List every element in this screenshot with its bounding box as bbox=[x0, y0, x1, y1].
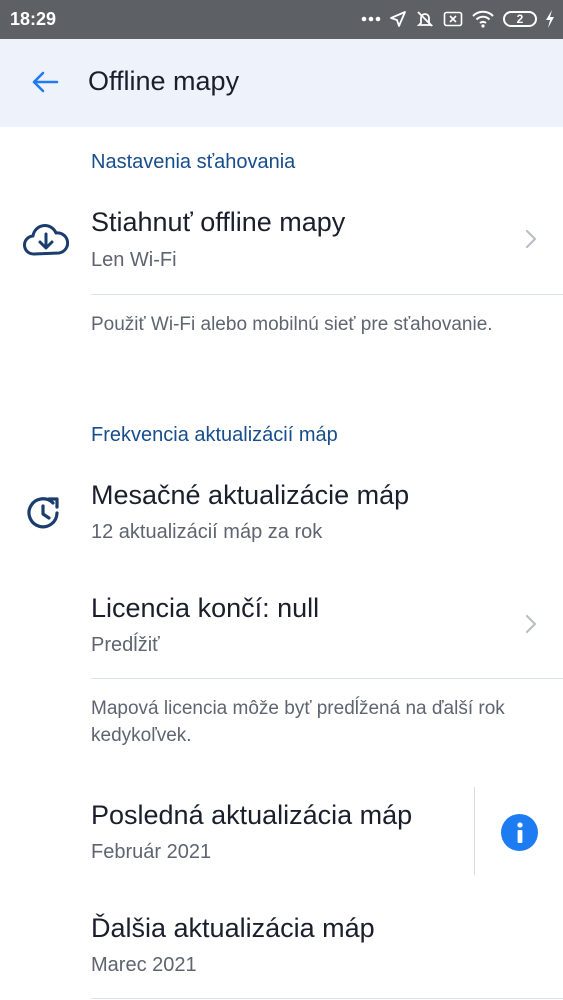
battery-level: 2 bbox=[516, 12, 524, 26]
next-update-row: Ďalšia aktualizácia máp Marec 2021 bbox=[0, 898, 563, 990]
download-row-subtitle: Len Wi-Fi bbox=[91, 249, 177, 271]
clock-refresh-icon bbox=[27, 497, 59, 529]
divider bbox=[91, 998, 563, 999]
monthly-updates-subtitle: 12 aktualizácií máp za rok bbox=[91, 521, 323, 543]
divider bbox=[91, 678, 563, 679]
info-icon bbox=[516, 821, 523, 843]
status-time: 18:29 bbox=[10, 9, 57, 29]
arrow-left-icon bbox=[32, 71, 59, 93]
last-update-subtitle: Február 2021 bbox=[91, 841, 212, 863]
section-header-download: Nastavenia sťahovania bbox=[91, 151, 296, 173]
info-button[interactable] bbox=[501, 814, 538, 851]
chevron-right-icon bbox=[525, 614, 537, 634]
next-update-title: Ďalšia aktualizácia máp bbox=[91, 913, 375, 943]
divider bbox=[91, 294, 563, 295]
page-title: Offline mapy bbox=[88, 66, 240, 96]
sim-x-icon bbox=[443, 11, 463, 27]
more-dots-icon bbox=[361, 16, 381, 22]
license-title: Licencia končí: null bbox=[91, 593, 320, 623]
download-description: Použiť Wi-Fi alebo mobilnú sieť pre sťah… bbox=[91, 314, 493, 335]
next-update-subtitle: Marec 2021 bbox=[91, 954, 197, 976]
last-update-row: Posledná aktualizácia máp Február 2021 bbox=[0, 785, 563, 877]
last-update-title: Posledná aktualizácia máp bbox=[91, 800, 413, 830]
status-icons: 2 bbox=[361, 8, 555, 30]
download-offline-maps-row[interactable]: Stiahnuť offline mapy Len Wi-Fi bbox=[0, 190, 563, 294]
license-row[interactable]: Licencia končí: null Predĺžiť bbox=[0, 575, 563, 679]
vertical-divider bbox=[474, 787, 475, 875]
cloud-download-icon bbox=[23, 224, 69, 256]
app-bar: Offline mapy bbox=[0, 39, 563, 127]
battery-icon: 2 bbox=[503, 11, 537, 27]
license-subtitle: Predĺžiť bbox=[91, 634, 160, 656]
status-bar: 18:29 2 bbox=[0, 0, 563, 39]
back-button[interactable] bbox=[28, 65, 62, 99]
wifi-icon bbox=[472, 10, 494, 28]
charging-bolt-icon bbox=[546, 10, 554, 28]
location-arrow-icon bbox=[390, 11, 406, 27]
license-description: Mapová licencia môže byť predĺžená na ďa… bbox=[91, 698, 505, 746]
chevron-right-icon bbox=[525, 229, 537, 249]
download-row-title: Stiahnuť offline mapy bbox=[91, 207, 346, 237]
monthly-updates-title: Mesačné aktualizácie máp bbox=[91, 480, 410, 510]
alarm-off-icon bbox=[416, 11, 434, 27]
section-header-update-frequency: Frekvencia aktualizácií máp bbox=[91, 424, 338, 446]
monthly-updates-row[interactable]: Mesačné aktualizácie máp 12 aktualizácií… bbox=[0, 465, 563, 565]
